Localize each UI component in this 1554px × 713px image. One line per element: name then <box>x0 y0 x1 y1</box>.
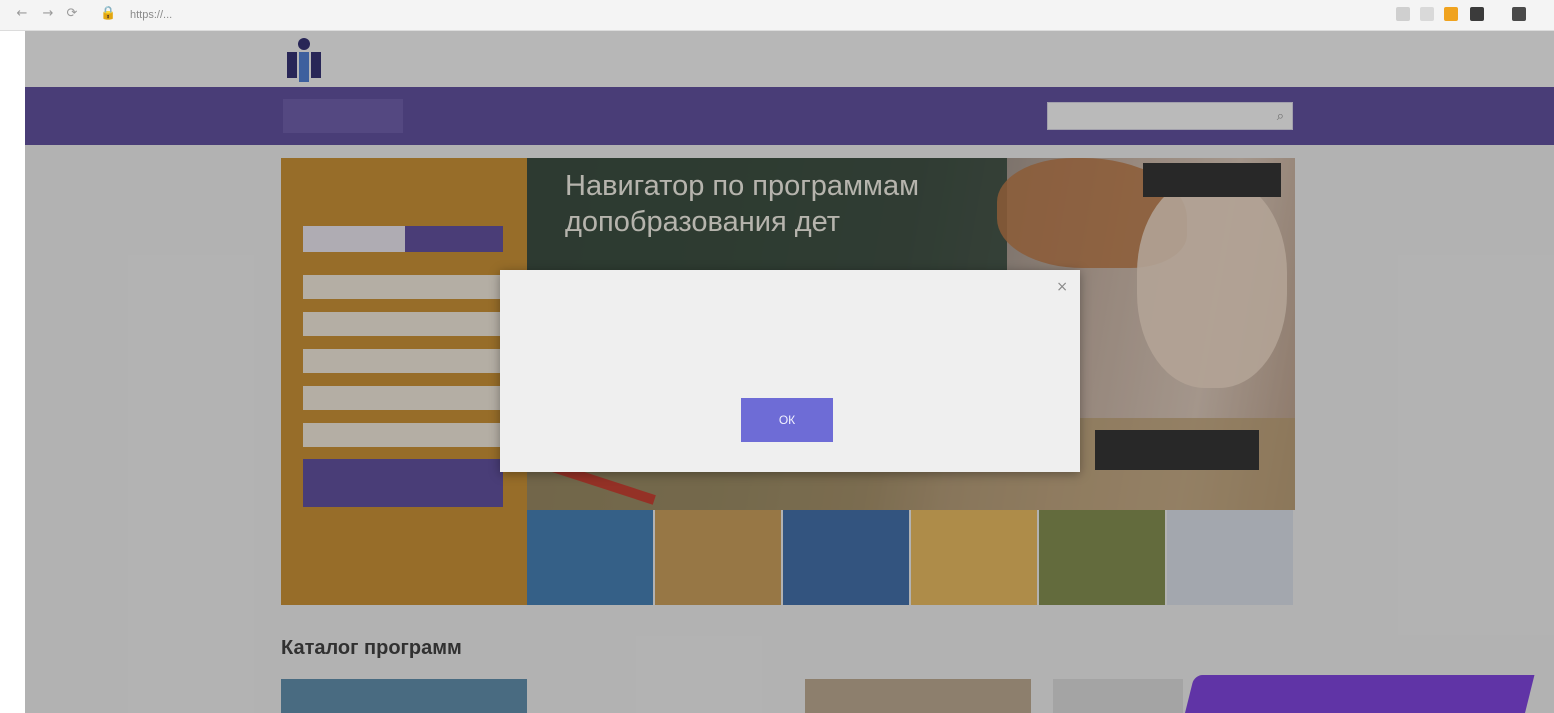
ok-button[interactable]: ОК <box>741 398 833 442</box>
extension-icon[interactable] <box>1444 7 1458 21</box>
menu-icon[interactable] <box>1512 7 1526 21</box>
extension-icon[interactable] <box>1470 7 1484 21</box>
extension-icon[interactable] <box>1420 7 1434 21</box>
forward-icon[interactable]: → <box>40 6 56 22</box>
close-icon[interactable]: × <box>1056 279 1068 295</box>
extension-icon[interactable] <box>1396 7 1410 21</box>
browser-toolbar: ← → ⟳ 🔒 https://... <box>0 0 1554 31</box>
reload-icon[interactable]: ⟳ <box>64 6 80 22</box>
notification-dialog: × ОК <box>500 270 1080 472</box>
back-icon[interactable]: ← <box>14 6 30 22</box>
address-bar[interactable]: https://... <box>130 7 730 23</box>
lock-icon: 🔒 <box>100 6 117 21</box>
page: ⌕ Навигатор по программам допобразования… <box>25 31 1554 713</box>
